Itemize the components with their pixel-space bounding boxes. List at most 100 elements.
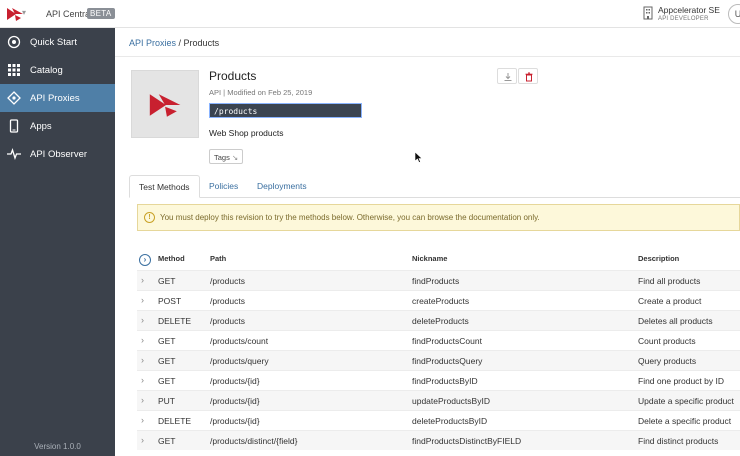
row-description: Count products (638, 336, 696, 346)
top-bar: ▾ API Central BETA Appcelerator SE API D… (0, 0, 740, 28)
row-description: Find one product by ID (638, 376, 724, 386)
proxy-icon (7, 91, 21, 105)
sidebar-item-label: API Proxies (30, 93, 80, 104)
row-method: POST (158, 296, 182, 306)
expand-all-icon[interactable]: › (139, 254, 151, 266)
tab-policies[interactable]: Policies (200, 175, 247, 198)
device-icon (9, 119, 19, 133)
chevron-right-icon[interactable]: › (141, 355, 144, 365)
beta-badge: BETA (87, 8, 115, 19)
trash-icon (525, 72, 533, 82)
table-row[interactable]: › PUT /products/{id} updateProductsByID … (137, 390, 740, 410)
row-path: /products (210, 296, 245, 306)
pulse-icon (7, 147, 21, 161)
table-row[interactable]: › GET /products/distinct/{field} findPro… (137, 430, 740, 450)
row-nickname: findProducts (412, 276, 460, 286)
tags-button[interactable]: Tags ↘ (209, 149, 244, 164)
row-path: /products (210, 316, 245, 326)
deploy-warning-banner: ! You must deploy this revision to try t… (137, 204, 740, 231)
chevron-down-icon[interactable]: ▾ (22, 8, 26, 17)
row-nickname: findProductsCount (412, 336, 482, 346)
sidebar-item-catalog[interactable]: Catalog (0, 56, 115, 84)
row-description: Create a product (638, 296, 702, 306)
row-description: Delete a specific product (638, 416, 732, 426)
building-icon (643, 6, 653, 20)
row-path: /products/distinct/{field} (210, 436, 298, 446)
row-method: PUT (158, 396, 175, 406)
version-label: Version 1.0.0 (34, 442, 81, 451)
header-nickname: Nickname (412, 254, 448, 263)
row-nickname: findProductsByID (412, 376, 478, 386)
row-path: /products/count (210, 336, 269, 346)
breadcrumb: API Proxies / Products (129, 38, 219, 48)
sidebar-item-quick-start[interactable]: Quick Start (0, 28, 115, 56)
row-path: /products/{id} (210, 396, 260, 406)
tags-label: Tags (214, 153, 230, 162)
tag-icon: ↘ (231, 153, 239, 162)
table-row[interactable]: › GET /products/{id} findProductsByID Fi… (137, 370, 740, 390)
org-name[interactable]: Appcelerator SE (658, 5, 720, 15)
sidebar-item-api-observer[interactable]: API Observer (0, 140, 115, 168)
mouse-cursor-icon (415, 152, 423, 163)
header-method: Method (158, 254, 185, 263)
app-name: API Central (46, 9, 93, 19)
row-nickname: deleteProducts (412, 316, 469, 326)
row-method: GET (158, 376, 176, 386)
row-nickname: createProducts (412, 296, 470, 306)
row-method: GET (158, 356, 176, 366)
table-row[interactable]: › DELETE /products deleteProducts Delete… (137, 310, 740, 330)
table-row[interactable]: › POST /products createProducts Create a… (137, 290, 740, 310)
sidebar-item-label: Apps (30, 121, 52, 132)
delete-button[interactable] (518, 68, 538, 84)
chevron-right-icon[interactable]: › (141, 415, 144, 425)
row-nickname: deleteProductsByID (412, 416, 488, 426)
product-meta: API | Modified on Feb 25, 2019 (209, 88, 313, 97)
base-path: /products (209, 103, 362, 118)
chevron-right-icon[interactable]: › (141, 375, 144, 385)
table-row[interactable]: › GET /products/count findProductsCount … (137, 330, 740, 350)
chevron-right-icon[interactable]: › (141, 395, 144, 405)
tab-deployments[interactable]: Deployments (248, 175, 316, 198)
product-description: Web Shop products (209, 128, 284, 138)
chevron-right-icon[interactable]: › (141, 275, 144, 285)
row-method: DELETE (158, 316, 192, 326)
header-description: Description (638, 254, 680, 263)
row-method: DELETE (158, 416, 192, 426)
download-button[interactable] (497, 68, 517, 84)
product-thumbnail (131, 70, 199, 138)
chevron-right-icon[interactable]: › (141, 295, 144, 305)
row-nickname: findProductsQuery (412, 356, 483, 366)
breadcrumb-separator: / (176, 38, 184, 48)
appcelerator-logo-icon (149, 94, 181, 117)
grid-icon (8, 64, 20, 76)
page-title: Products (209, 69, 257, 83)
table-row[interactable]: › GET /products/query findProductsQuery … (137, 350, 740, 370)
row-description: Update a specific product (638, 396, 734, 406)
row-path: /products/query (210, 356, 269, 366)
sidebar-item-api-proxies[interactable]: API Proxies (0, 84, 115, 112)
row-method: GET (158, 276, 176, 286)
row-method: GET (158, 336, 176, 346)
chevron-right-icon[interactable]: › (141, 315, 144, 325)
row-description: Deletes all products (638, 316, 713, 326)
sidebar-item-apps[interactable]: Apps (0, 112, 115, 140)
sidebar-item-label: API Observer (30, 149, 88, 160)
row-description: Find distinct products (638, 436, 719, 446)
sidebar-item-label: Quick Start (30, 37, 77, 48)
row-path: /products/{id} (210, 376, 260, 386)
breadcrumb-link-api-proxies[interactable]: API Proxies (129, 38, 176, 48)
avatar[interactable]: U (728, 4, 740, 24)
chevron-right-icon[interactable]: › (141, 335, 144, 345)
row-method: GET (158, 436, 176, 446)
tab-test-methods[interactable]: Test Methods (129, 175, 200, 198)
sidebar: Quick Start Catalog API Proxies Apps API… (0, 28, 115, 456)
table-row[interactable]: › DELETE /products/{id} deleteProductsBy… (137, 410, 740, 430)
chevron-right-icon[interactable]: › (141, 435, 144, 445)
row-description: Find all products (638, 276, 701, 286)
warning-icon: ! (144, 212, 155, 223)
table-header: › Method Path Nickname Description (137, 249, 740, 267)
org-role: API DEVELOPER (658, 16, 709, 22)
rocket-icon (7, 35, 21, 49)
row-path: /products (210, 276, 245, 286)
table-row[interactable]: › GET /products findProducts Find all pr… (137, 270, 740, 290)
